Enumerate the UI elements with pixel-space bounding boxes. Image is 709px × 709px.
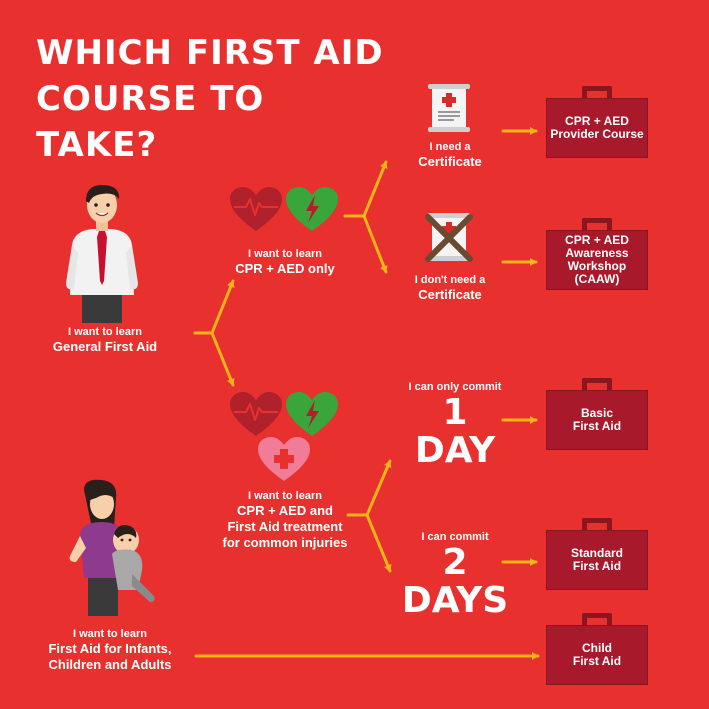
course-case-basic: Basic First Aid <box>546 378 648 450</box>
need-certificate-label: I need a Certificate <box>390 140 510 170</box>
infants-first-aid-label: I want to learn First Aid for Infants, C… <box>25 627 195 673</box>
no-cert-line1: I don't need a <box>414 274 486 286</box>
cpr-first-aid-line4: for common injuries <box>222 535 348 550</box>
cpr-only-line1: I want to learn <box>248 248 322 260</box>
course-standard-label: Standard First Aid <box>546 530 648 590</box>
heart-cross-icon <box>258 437 310 481</box>
heart-bolt-icon <box>286 392 338 436</box>
first-aid-course-infographic: WHICH FIRST AID COURSE TO TAKE? I want t… <box>0 0 709 709</box>
infants-line1: I want to learn <box>73 628 147 640</box>
man-icon <box>66 185 138 323</box>
woman-with-child-icon <box>69 479 155 616</box>
two-days-block: I can commit 2 DAYS <box>390 530 520 620</box>
course-caaw-label: CPR + AED Awareness Workshop (CAAW) <box>546 230 648 290</box>
certificate-icon <box>428 84 470 132</box>
one-day-block: I can only commit 1 DAY <box>395 380 515 470</box>
one-day-number: 1 <box>442 392 468 433</box>
general-first-aid-label: I want to learn General First Aid <box>30 325 180 355</box>
cpr-first-aid-line1: I want to learn <box>248 490 322 502</box>
heart-rate-icon <box>230 187 282 231</box>
general-first-aid-line2: General First Aid <box>52 339 158 354</box>
infants-line3: Children and Adults <box>48 657 172 672</box>
fork-cpr-up <box>343 160 388 218</box>
fork-general-down <box>210 331 235 387</box>
course-case-caaw: CPR + AED Awareness Workshop (CAAW) <box>546 218 648 290</box>
need-cert-line1: I need a <box>429 141 471 153</box>
two-days-number: 2 <box>442 542 468 583</box>
cpr-only-label: I want to learn CPR + AED only <box>210 247 360 277</box>
course-child-label: Child First Aid <box>546 625 648 685</box>
course-case-provider: CPR + AED Provider Course <box>546 86 648 158</box>
general-first-aid-line1: I want to learn <box>68 326 142 338</box>
fork-cpr-down <box>362 214 388 274</box>
heart-rate-icon <box>230 392 282 436</box>
crossed-certificate-icon <box>425 213 473 262</box>
fork-firstaid-down <box>365 513 392 573</box>
cpr-first-aid-line3: First Aid treatment <box>227 519 343 534</box>
no-cert-line2: Certificate <box>418 287 482 302</box>
course-case-child: Child First Aid <box>546 613 648 685</box>
cpr-only-line2: CPR + AED only <box>235 261 335 276</box>
cpr-first-aid-line2: CPR + AED and <box>237 503 333 518</box>
course-provider-label: CPR + AED Provider Course <box>546 98 648 158</box>
page-title: WHICH FIRST AID COURSE TO TAKE? <box>36 33 384 165</box>
heart-bolt-icon <box>286 187 338 231</box>
infants-line2: First Aid for Infants, <box>48 641 172 656</box>
need-cert-line2: Certificate <box>418 154 482 169</box>
one-day-unit: DAY <box>414 430 496 471</box>
two-days-unit: DAYS <box>401 580 509 621</box>
no-certificate-label: I don't need a Certificate <box>390 273 510 303</box>
fork-general-up <box>193 279 235 335</box>
course-case-standard: Standard First Aid <box>546 518 648 590</box>
course-basic-label: Basic First Aid <box>546 390 648 450</box>
cpr-first-aid-label: I want to learn CPR + AED and First Aid … <box>200 489 370 551</box>
